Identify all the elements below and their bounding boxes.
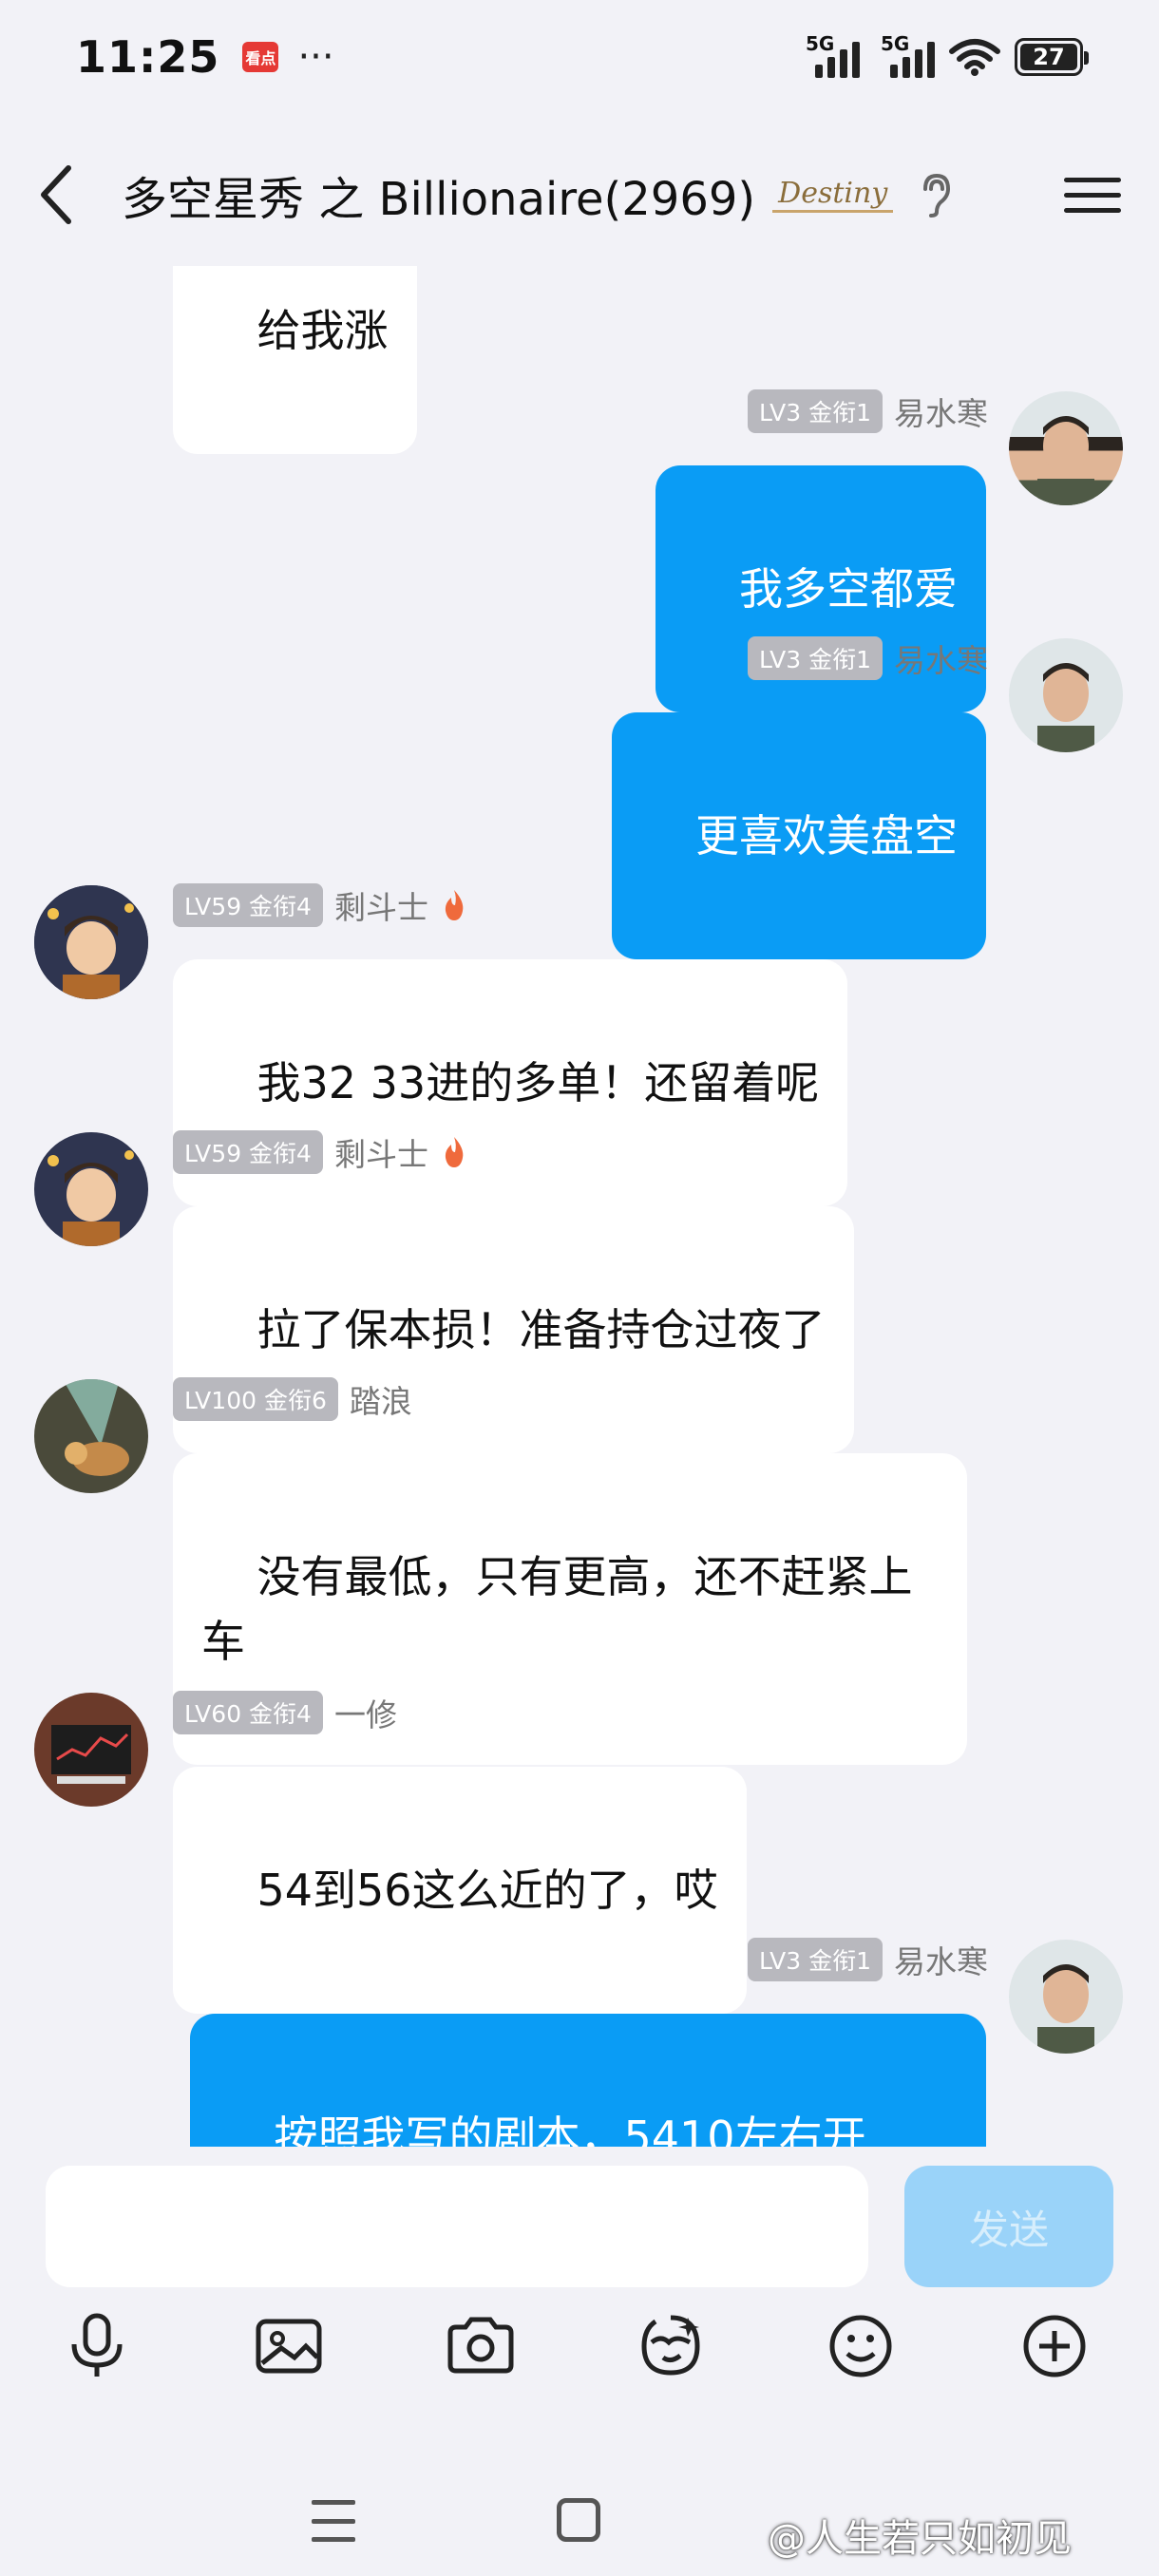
chevron-left-icon (41, 165, 71, 224)
avatar[interactable] (34, 1379, 148, 1493)
input-bar: 发送 (0, 2149, 1159, 2287)
avatar[interactable] (34, 885, 148, 999)
flame-icon (445, 890, 464, 920)
status-time: 11:25 (76, 31, 220, 83)
avatar[interactable] (1009, 638, 1123, 752)
sender-name[interactable]: 易水寒 (894, 1937, 988, 1982)
sender-meta: LV59 金衔4 剩斗士 (173, 1130, 468, 1174)
menu-button[interactable] (1064, 166, 1121, 223)
send-button[interactable]: 发送 (904, 2166, 1113, 2287)
recent-apps-button[interactable] (312, 2500, 355, 2542)
plus-icon[interactable] (1016, 2308, 1092, 2384)
sender-name[interactable]: 易水寒 (894, 635, 988, 681)
sender-name[interactable]: 一修 (334, 1690, 397, 1735)
flame-icon (445, 1137, 464, 1167)
sender-name[interactable]: 剩斗士 (334, 882, 428, 928)
wifi-icon (949, 39, 1000, 76)
back-button[interactable] (38, 157, 104, 233)
camera-icon[interactable] (443, 2308, 519, 2384)
avatar[interactable] (1009, 1940, 1123, 2054)
microphone-icon[interactable] (59, 2308, 135, 2384)
sender-meta: LV60 金衔4 一修 (173, 1691, 397, 1734)
sender-name[interactable]: 剩斗士 (334, 1129, 428, 1175)
group-title[interactable]: 多空星秀 之 Billionaire(2969) (122, 161, 755, 228)
system-nav-bar: @人生若只如初见 (0, 2470, 1159, 2576)
chat-toolbar (0, 2308, 1159, 2403)
level-badge: LV59 金衔4 (173, 883, 323, 927)
status-bar: 11:25 看点 ··· 5G 5G 27 (0, 0, 1159, 114)
home-button[interactable] (557, 2498, 600, 2542)
level-badge: LV60 金衔4 (173, 1691, 323, 1734)
chat-header: 多空星秀 之 Billionaire(2969) Destiny (0, 123, 1159, 266)
sender-meta: LV3 金衔1 易水寒 (747, 1937, 988, 1982)
sticker-icon[interactable] (633, 2308, 709, 2384)
avatar[interactable] (1009, 391, 1123, 505)
sender-meta: LV100 金衔6 踏浪 (173, 1377, 412, 1421)
sender-meta: LV3 金衔1 易水寒 (747, 388, 988, 434)
avatar[interactable] (34, 1693, 148, 1807)
sender-meta: LV3 金衔1 易水寒 (747, 635, 988, 681)
sender-meta: LV59 金衔4 剩斗士 (173, 883, 468, 927)
ear-icon[interactable] (918, 172, 956, 218)
message-bubble[interactable]: 更喜欢美盘空 (611, 712, 986, 959)
level-badge: LV59 金衔4 (173, 1130, 323, 1174)
signal-icon: 5G (806, 32, 860, 78)
battery-level: 27 (1020, 44, 1077, 70)
sender-name[interactable]: 易水寒 (894, 388, 988, 434)
more-notifications-icon: ··· (297, 35, 334, 79)
level-badge: LV3 金衔1 (747, 1938, 883, 1981)
message-bubble[interactable]: 给我涨 (173, 266, 417, 454)
message-bubble[interactable]: 54到56这么近的了，哎 (173, 1767, 747, 2014)
avatar[interactable] (34, 1132, 148, 1246)
level-badge: LV3 金衔1 (747, 636, 883, 680)
message-input[interactable] (46, 2166, 868, 2287)
sender-name[interactable]: 踏浪 (350, 1376, 412, 1422)
app-notification-icon: 看点 (242, 42, 279, 72)
image-icon[interactable] (251, 2308, 327, 2384)
emoji-icon[interactable] (823, 2308, 899, 2384)
message-bubble[interactable]: 按照我写的剧本，5410左右开 跌，不知道他给不给了 (190, 2014, 986, 2147)
group-badge: Destiny (772, 177, 894, 213)
watermark: @人生若只如初见 (768, 2517, 1072, 2561)
level-badge: LV3 金衔1 (747, 389, 883, 433)
level-badge: LV100 金衔6 (173, 1377, 338, 1421)
battery-icon: 27 (1015, 38, 1089, 76)
chat-message-list[interactable]: 给我涨 LV3 金衔1 易水寒 我多空都爱 LV3 金衔1 易水寒 更喜欢美盘空 (0, 266, 1159, 2147)
signal-icon: 5G (881, 32, 935, 78)
